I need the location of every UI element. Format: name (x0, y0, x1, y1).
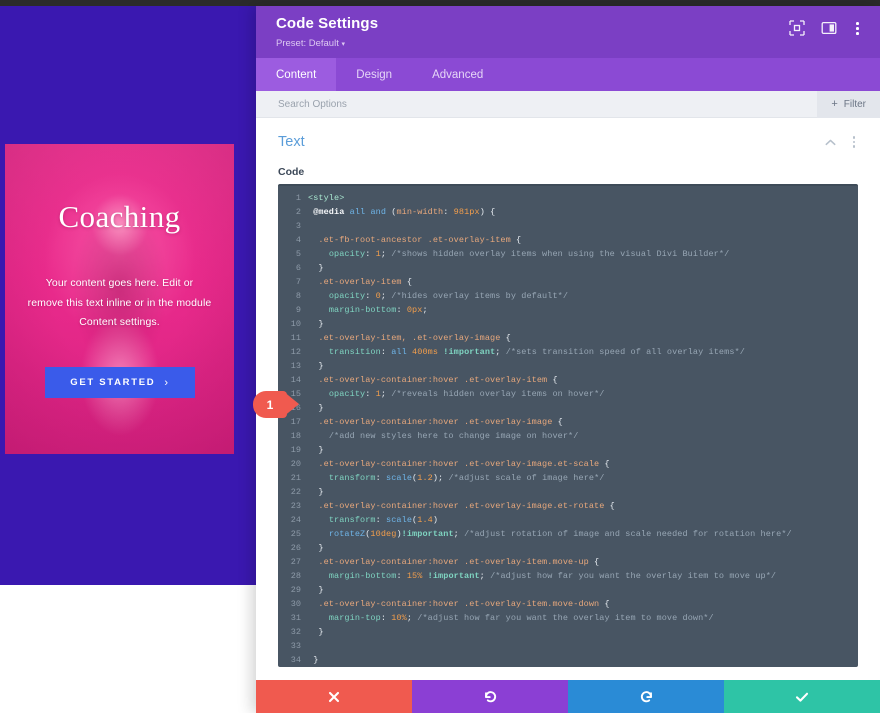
code-line: } (308, 543, 324, 553)
code-line: } (308, 263, 324, 273)
close-icon (328, 691, 340, 702)
responsive-preview-icon[interactable] (789, 20, 806, 37)
code-line: .et-overlay-container:hover .et-overlay-… (318, 417, 563, 427)
modal-header: Code Settings Preset: Default ▾ (256, 6, 880, 58)
search-input[interactable] (278, 91, 578, 117)
code-field-label: Code (278, 166, 305, 178)
code-line: margin-bottom: 15% !important; /*adjust … (328, 571, 777, 581)
code-line: } (308, 655, 319, 665)
code-line: transform: scale(1.4) (328, 515, 439, 525)
chevron-up-icon[interactable] (824, 136, 837, 149)
get-started-button[interactable]: GET STARTED › (45, 367, 195, 398)
search-options-bar: + Filter (256, 90, 880, 118)
section-title: Text (278, 134, 305, 150)
code-line: .et-overlay-item, .et-overlay-image { (318, 333, 511, 343)
chevron-right-icon: › (164, 376, 170, 389)
website-preview-canvas: Coaching Your content goes here. Edit or… (0, 6, 256, 585)
code-line: } (308, 403, 324, 413)
settings-tabs: Content Design Advanced (256, 58, 880, 91)
code-line: .et-overlay-container:hover .et-overlay-… (318, 599, 610, 609)
step-marker-pin[interactable]: 1 (253, 391, 299, 418)
code-editor[interactable]: 1 2 3 4 5 6 7 8 9 10 11 12 13 14 15 16 17 18 19 20 21 22 23 24 2… (278, 184, 858, 667)
code-line: .et-overlay-container:hover .et-overlay-… (318, 501, 615, 511)
chevron-down-icon: ▾ (341, 41, 345, 48)
code-line: } (308, 627, 324, 637)
code-line: margin-bottom: 0px; (328, 305, 428, 315)
preset-label: Preset: Default (276, 38, 339, 49)
get-started-label: GET STARTED (70, 377, 156, 388)
filter-button[interactable]: + Filter (817, 90, 880, 118)
tab-design[interactable]: Design (336, 58, 412, 91)
code-line: transform: scale(1.2); /*adjust scale of… (328, 473, 605, 483)
modal-title: Code Settings (276, 15, 379, 32)
code-line: opacity: 1; /*shows hidden overlay items… (328, 249, 730, 259)
code-line: } (308, 361, 324, 371)
redo-button[interactable] (568, 680, 724, 713)
tab-content[interactable]: Content (256, 58, 337, 91)
code-line: } (308, 585, 324, 595)
code-line: transition: all 400ms !important; /*sets… (328, 347, 745, 357)
code-line: @media all and (min-width: 981px) { (313, 207, 496, 217)
code-line: <style> (308, 193, 345, 203)
code-line: } (308, 487, 324, 497)
code-line: .et-overlay-container:hover .et-overlay-… (318, 375, 558, 385)
plus-icon: + (831, 98, 838, 110)
code-line: opacity: 1; /*reveals hidden overlay ite… (328, 389, 605, 399)
tab-advanced[interactable]: Advanced (412, 58, 503, 91)
coaching-promo-card[interactable]: Coaching Your content goes here. Edit or… (5, 144, 234, 454)
code-line: .et-overlay-item { (318, 277, 413, 287)
undo-icon (484, 691, 496, 703)
text-section-header: Text (278, 134, 858, 150)
code-line: .et-overlay-container:hover .et-overlay-… (318, 557, 600, 567)
app-root: Coaching Your content goes here. Edit or… (0, 0, 880, 713)
check-icon (795, 692, 809, 702)
cancel-button[interactable] (256, 680, 412, 713)
code-line: .et-overlay-container:hover .et-overlay-… (318, 459, 610, 469)
code-line: rotateZ(10deg)!important; /*adjust rotat… (328, 529, 792, 539)
undo-button[interactable] (412, 680, 568, 713)
promo-body-text: Your content goes here. Edit or remove t… (27, 277, 212, 328)
code-line: margin-top: 10%; /*adjust how far you wa… (328, 613, 714, 623)
editor-line-numbers: 1 2 3 4 5 6 7 8 9 10 11 12 13 14 15 16 17 18 19 20 21 22 23 24 2… (290, 193, 301, 665)
redo-icon (640, 691, 652, 703)
preset-selector[interactable]: Preset: Default ▾ (276, 36, 378, 53)
code-line: /*add new styles here to change image on… (328, 431, 579, 441)
pin-number: 1 (266, 397, 274, 412)
kebab-menu-icon[interactable] (853, 20, 862, 37)
code-line: opacity: 0; /*hides overlay items by def… (328, 291, 569, 301)
modal-header-actions (789, 20, 862, 37)
filter-label: Filter (843, 98, 866, 110)
promo-title: Coaching (58, 199, 181, 234)
save-button[interactable] (724, 680, 880, 713)
editor-code-lines[interactable]: <style> @media all and (min-width: 981px… (308, 191, 858, 667)
code-line: .et-fb-root-ancestor .et-overlay-item { (318, 235, 522, 245)
section-kebab-menu-icon[interactable] (850, 134, 859, 150)
code-line: } (308, 319, 324, 329)
code-line: } (308, 445, 324, 455)
modal-footer-actions (256, 680, 880, 713)
settings-body: Text Code 1 2 3 4 5 6 7 8 9 10 11 12 13 14 15 16 17 18 19 2… (256, 118, 880, 680)
layout-panel-icon[interactable] (821, 20, 837, 36)
code-settings-modal: Code Settings Preset: Default ▾ Content … (256, 6, 880, 713)
